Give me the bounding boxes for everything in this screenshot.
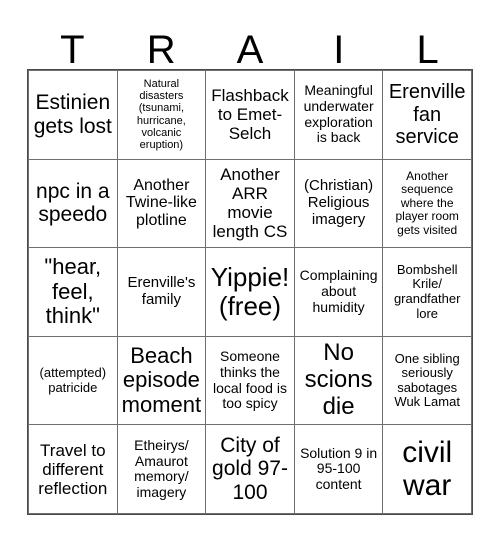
bingo-cell[interactable]: Etheirys/ Amaurot memory/ imagery xyxy=(117,425,207,514)
bingo-cell[interactable]: Another Twine-like plotline xyxy=(117,159,207,249)
bingo-cell[interactable]: Natural disasters (tsunami, hurricane, v… xyxy=(117,71,207,160)
bingo-cell-label: One sibling seriously sabotages Wuk Lama… xyxy=(394,350,460,410)
bingo-cell[interactable]: (attempted) patricide xyxy=(29,336,118,426)
bingo-cell-label: Travel to different reflection xyxy=(38,440,108,498)
bingo-cell[interactable]: Someone thinks the local food is too spi… xyxy=(206,336,295,426)
bingo-cell-label: Erenville's family xyxy=(127,274,196,308)
bingo-cell-label: City of gold 97-100 xyxy=(212,433,288,504)
bingo-cell-label: civil war xyxy=(402,435,453,503)
bingo-cell[interactable]: City of gold 97-100 xyxy=(206,425,295,514)
bingo-cell-label: Complaining about humidity xyxy=(299,267,378,315)
bingo-cell-label: Erenville fan service xyxy=(388,81,466,148)
bingo-cell-label: Flashback to Emet-Selch xyxy=(211,86,289,144)
bingo-cell-label: "hear, feel, think" xyxy=(44,254,102,329)
bingo-header-letter-1: R xyxy=(146,28,176,72)
bingo-cell-label: Meaningful underwater exploration is bac… xyxy=(303,82,374,146)
bingo-cell[interactable]: Erenville fan service xyxy=(383,71,472,160)
bingo-card: T R A I L Estinien gets lost Natural disaster… xyxy=(0,0,500,544)
bingo-cell-label: Another sequence where the player room g… xyxy=(395,168,459,237)
bingo-cell-label: Estinien gets lost xyxy=(33,91,112,138)
bingo-cell[interactable]: civil war xyxy=(383,425,472,514)
bingo-cell-label: npc in a speedo xyxy=(36,179,110,227)
bingo-cell-label: Yippie! (free) xyxy=(210,261,290,321)
bingo-cell[interactable]: Estinien gets lost xyxy=(29,71,118,160)
bingo-cell-label: Bombshell Krile/ grandfather lore xyxy=(393,261,461,321)
bingo-header-letter-3: I xyxy=(333,28,345,72)
bingo-cell-label: (attempted) patricide xyxy=(39,365,107,395)
bingo-cell-label: Natural disasters (tsunami, hurricane, v… xyxy=(136,77,186,152)
bingo-header-letter-2: A xyxy=(236,28,264,72)
bingo-cell-label: Someone thinks the local food is too spi… xyxy=(213,348,287,412)
bingo-cell[interactable]: Another sequence where the player room g… xyxy=(383,159,472,249)
bingo-cell[interactable]: npc in a speedo xyxy=(29,159,118,249)
bingo-grid: Estinien gets lost Natural disasters (tsu… xyxy=(28,70,472,514)
bingo-cell-label: Another Twine-like plotline xyxy=(125,176,197,230)
bingo-cell[interactable]: Complaining about humidity xyxy=(294,248,384,337)
bingo-cell-label: No scions die xyxy=(304,339,373,421)
bingo-cell-label: Another ARR movie length CS xyxy=(212,165,288,242)
bingo-cell[interactable]: Flashback to Emet-Selch xyxy=(206,71,295,160)
bingo-cell-label: (Christian) Religious imagery xyxy=(304,177,374,228)
bingo-header-letter-0: T xyxy=(60,28,85,72)
bingo-cell[interactable]: Travel to different reflection xyxy=(29,425,118,514)
bingo-header-letter-4: L xyxy=(416,28,439,72)
bingo-cell[interactable]: Beach episode moment xyxy=(117,336,207,426)
bingo-cell[interactable]: Yippie! (free) xyxy=(206,248,295,337)
bingo-cell[interactable]: One sibling seriously sabotages Wuk Lama… xyxy=(383,336,472,426)
bingo-cell[interactable]: Erenville's family xyxy=(117,248,207,337)
bingo-cell[interactable]: Solution 9 in 95-100 content xyxy=(294,425,384,514)
bingo-cell[interactable]: "hear, feel, think" xyxy=(29,248,118,337)
bingo-cell-label: Beach episode moment xyxy=(121,342,202,417)
bingo-cell[interactable]: Another ARR movie length CS xyxy=(206,159,295,249)
bingo-cell[interactable]: No scions die xyxy=(294,336,384,426)
bingo-cell-label: Solution 9 in 95-100 content xyxy=(300,444,378,493)
bingo-cell[interactable]: Meaningful underwater exploration is bac… xyxy=(294,71,384,160)
bingo-cell[interactable]: (Christian) Religious imagery xyxy=(294,159,384,249)
bingo-cell[interactable]: Bombshell Krile/ grandfather lore xyxy=(383,248,472,337)
bingo-header: TRAIL xyxy=(28,18,472,70)
bingo-cell-label: Etheirys/ Amaurot memory/ imagery xyxy=(134,436,189,500)
